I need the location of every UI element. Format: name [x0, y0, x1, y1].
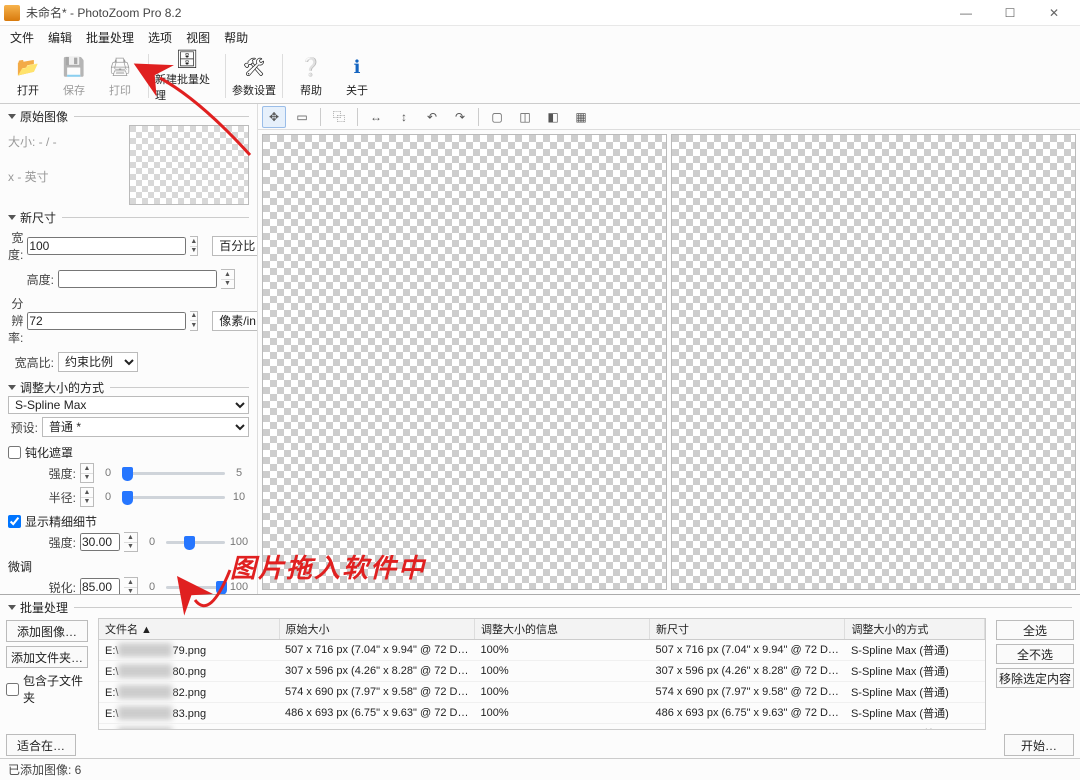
hand-tool[interactable]: ✥ [262, 106, 286, 128]
toolbar-sep [148, 54, 149, 98]
orig-size-w: x - 英寸 [8, 168, 129, 185]
section-newsize[interactable]: 新尺寸 [8, 209, 249, 226]
save-icon: 💾 [60, 53, 88, 81]
left-panel: 原始图像 大小: - / - x - 英寸 新尺寸 宽度:▲▼ 百分比 高度:▲… [0, 104, 258, 594]
titlebar: 未命名* - PhotoZoom Pro 8.2 — ☐ ✕ [0, 0, 1080, 26]
maximize-button[interactable]: ☐ [988, 1, 1032, 25]
thumbnail [129, 125, 249, 205]
menu-help[interactable]: 帮助 [218, 27, 254, 48]
start-button[interactable]: 开始… [1004, 734, 1074, 756]
open-button[interactable]: 📂打开 [6, 50, 50, 102]
status-bar: 已添加图像: 6 [0, 758, 1080, 780]
flip-v-icon[interactable]: ↕ [392, 106, 416, 128]
radius-slider[interactable] [122, 489, 225, 505]
app-icon [4, 5, 20, 21]
remove-selected-button[interactable]: 移除选定内容 [996, 668, 1074, 688]
select-all-button[interactable]: 全选 [996, 620, 1074, 640]
print-button[interactable]: 🖨打印 [98, 50, 142, 102]
annotation-text: 图片拖入软件中 [230, 548, 426, 585]
batch-panel: 批量处理 添加图像… 添加文件夹… 包含子文件夹 文件名 ▲ 原始大小 调整大小… [0, 594, 1080, 758]
batch-table[interactable]: 文件名 ▲ 原始大小 调整大小的信息 新尺寸 调整大小的方式 E:\xxxxx7… [98, 618, 986, 730]
about-button[interactable]: ℹ关于 [335, 50, 379, 102]
res-spinner[interactable]: ▲▼ [190, 311, 198, 331]
include-sub-check[interactable] [6, 683, 19, 696]
minimize-button[interactable]: — [944, 1, 988, 25]
fine-tune-label: 微调 [8, 558, 249, 575]
rotate-cw-icon[interactable]: ↷ [448, 106, 472, 128]
section-method[interactable]: 调整大小的方式 [8, 379, 249, 396]
strength-slider[interactable] [122, 465, 225, 481]
orig-size-h: 大小: - / - [8, 133, 129, 150]
sharpen-slider[interactable] [166, 579, 225, 594]
help-icon: ❔ [297, 53, 325, 81]
table-row[interactable]: E:\xxxxx79.png507 x 716 px (7.04" x 9.94… [99, 640, 985, 661]
rotate-ccw-icon[interactable]: ↶ [420, 106, 444, 128]
flip-h-icon[interactable]: ↔ [364, 106, 388, 128]
menubar: 文件 编辑 批量处理 选项 视图 帮助 [0, 26, 1080, 48]
section-batch[interactable]: 批量处理 [8, 599, 1072, 616]
height-spinner[interactable]: ▲▼ [221, 269, 235, 289]
canvas-main[interactable] [262, 134, 667, 590]
fg-slider[interactable] [166, 534, 225, 550]
toolbar: 📂打开 💾保存 🖨打印 🗄新建批量处理 🛠参数设置 ❔帮助 ℹ关于 [0, 48, 1080, 104]
canvas-preview[interactable] [671, 134, 1076, 590]
toolbar-sep [282, 54, 283, 98]
menu-edit[interactable]: 编辑 [42, 27, 78, 48]
unsharp-check[interactable] [8, 446, 21, 459]
unit2-select[interactable]: 像素/in [212, 311, 258, 331]
window-title: 未命名* - PhotoZoom Pro 8.2 [26, 4, 944, 21]
add-image-button[interactable]: 添加图像… [6, 620, 88, 642]
view-toolbar: ✥ ▭ ⿻ ↔ ↕ ↶ ↷ ▢ ◫ ◧ ▦ [258, 104, 1080, 130]
add-folder-button[interactable]: 添加文件夹… [6, 646, 88, 668]
fit-button[interactable]: 适合在… [6, 734, 76, 756]
height-input[interactable] [58, 270, 217, 288]
table-row[interactable]: E:\xxxxx80.png307 x 596 px (4.26" x 8.28… [99, 661, 985, 682]
new-batch-button[interactable]: 🗄新建批量处理 [155, 50, 219, 102]
save-button[interactable]: 💾保存 [52, 50, 96, 102]
select-none-button[interactable]: 全不选 [996, 644, 1074, 664]
menu-file[interactable]: 文件 [4, 27, 40, 48]
crop-btn[interactable]: ⿻ [327, 106, 351, 128]
section-original[interactable]: 原始图像 [8, 108, 249, 125]
view-grid-icon[interactable]: ▦ [569, 106, 593, 128]
right-panel: ✥ ▭ ⿻ ↔ ↕ ↶ ↷ ▢ ◫ ◧ ▦ [258, 104, 1080, 594]
view-single-icon[interactable]: ▢ [485, 106, 509, 128]
batch-icon: 🗄 [173, 49, 201, 70]
table-row[interactable]: E:\xxxxx83.png486 x 693 px (6.75" x 9.63… [99, 703, 985, 724]
sharpen-input[interactable] [80, 578, 120, 594]
toolbar-sep [225, 54, 226, 98]
res-input[interactable] [27, 312, 186, 330]
settings-button[interactable]: 🛠参数设置 [232, 50, 276, 102]
info-icon: ℹ [343, 53, 371, 81]
menu-view[interactable]: 视图 [180, 27, 216, 48]
algo-select[interactable]: S-Spline Max [8, 396, 249, 414]
unit1-select[interactable]: 百分比 [212, 236, 258, 256]
close-button[interactable]: ✕ [1032, 1, 1076, 25]
width-input[interactable] [27, 237, 186, 255]
print-icon: 🖨 [106, 53, 134, 81]
menu-batch[interactable]: 批量处理 [80, 27, 140, 48]
folder-open-icon: 📂 [14, 53, 42, 81]
finegrain-check[interactable] [8, 515, 21, 528]
fg-input[interactable] [80, 533, 120, 551]
crop-tool[interactable]: ▭ [290, 106, 314, 128]
settings-icon: 🛠 [240, 53, 268, 81]
table-row[interactable]: E:\xxxxx82.png574 x 690 px (7.97" x 9.58… [99, 682, 985, 703]
menu-options[interactable]: 选项 [142, 27, 178, 48]
width-spinner[interactable]: ▲▼ [190, 236, 198, 256]
view-split-icon[interactable]: ◫ [513, 106, 537, 128]
help-button[interactable]: ❔帮助 [289, 50, 333, 102]
preset-select[interactable]: 普通 * [42, 417, 249, 437]
view-both-icon[interactable]: ◧ [541, 106, 565, 128]
ar-select[interactable]: 约束比例 [58, 352, 138, 372]
table-row[interactable]: E:\xxxxx85.png644 x 881 px (8.94" x 12.2… [99, 724, 985, 731]
